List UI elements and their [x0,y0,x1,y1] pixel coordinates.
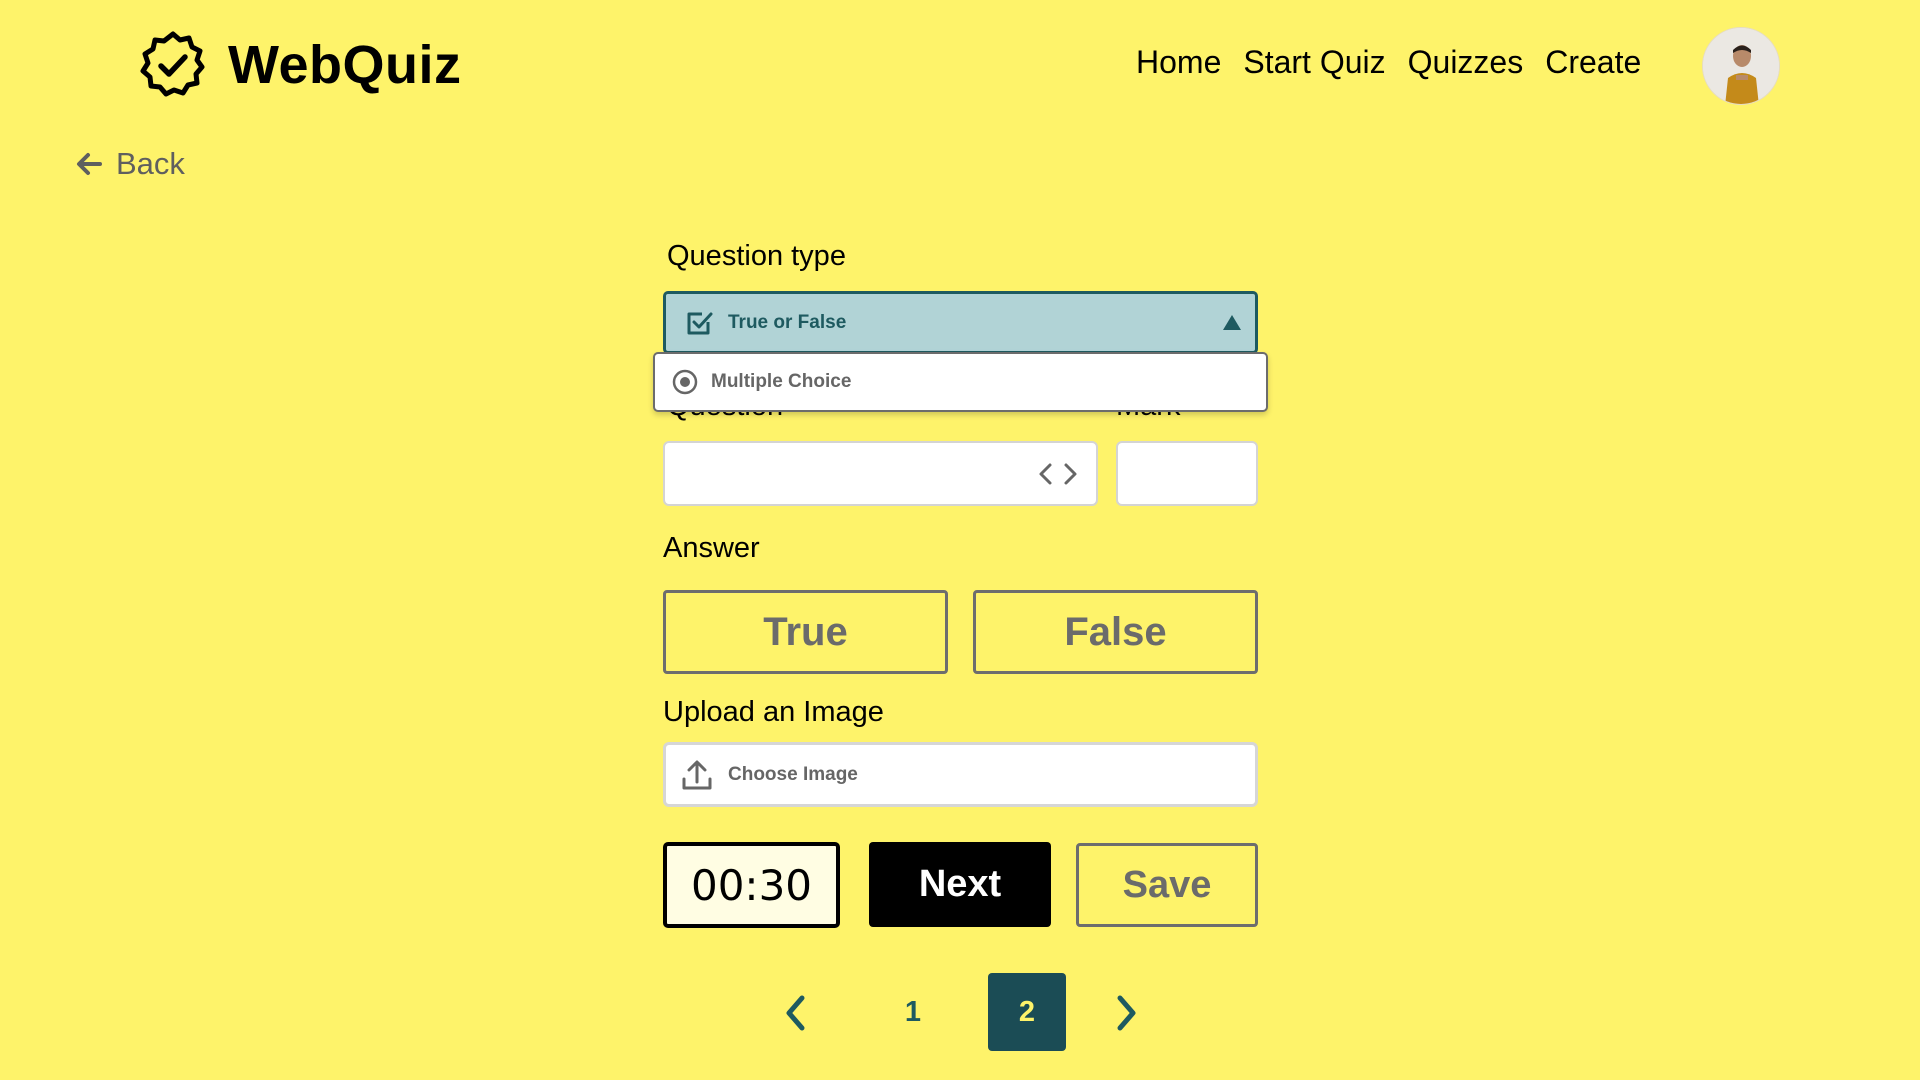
upload-label: Upload an Image [663,696,884,728]
answer-label: Answer [663,532,760,564]
chevron-right-icon[interactable] [1108,990,1144,1036]
caret-up-icon [1223,315,1241,330]
option-label: Multiple Choice [711,371,852,392]
checkbox-checked-icon [687,312,713,334]
page-1[interactable]: 1 [874,973,952,1051]
question-type-value: True or False [728,311,847,333]
mark-input[interactable] [1116,441,1258,506]
upload-icon [682,760,712,789]
page-2[interactable]: 2 [988,973,1066,1051]
logo[interactable]: WebQuiz [138,30,462,100]
code-icon[interactable] [1036,459,1080,489]
dropdown-option-multiple-choice[interactable]: Multiple Choice [653,352,1268,412]
nav-quizzes[interactable]: Quizzes [1408,44,1524,81]
radio-icon [672,369,698,395]
question-input[interactable] [663,441,1098,506]
nav-start-quiz[interactable]: Start Quiz [1243,44,1385,81]
question-type-select[interactable]: True or False [663,291,1258,354]
save-button[interactable]: Save [1076,843,1258,927]
answer-false-button[interactable]: False [973,590,1258,674]
choose-image-button[interactable]: Choose Image [663,742,1258,807]
question-type-label: Question type [667,240,846,272]
back-label: Back [116,146,185,181]
answer-true-button[interactable]: True [663,590,948,674]
badge-check-icon [140,31,205,97]
main-nav: Home Start Quiz Quizzes Create [1136,44,1663,81]
user-avatar[interactable] [1702,27,1780,105]
avatar-image [1703,28,1779,104]
logo-text: WebQuiz [228,35,462,95]
arrow-left-icon [77,153,102,175]
chevron-left-icon[interactable] [778,990,814,1036]
nav-home[interactable]: Home [1136,44,1221,81]
back-link[interactable]: Back [74,146,185,182]
choose-image-label: Choose Image [728,763,858,785]
nav-create[interactable]: Create [1545,44,1641,81]
next-button[interactable]: Next [869,842,1051,927]
timer-display[interactable]: 00:30 [663,842,840,928]
